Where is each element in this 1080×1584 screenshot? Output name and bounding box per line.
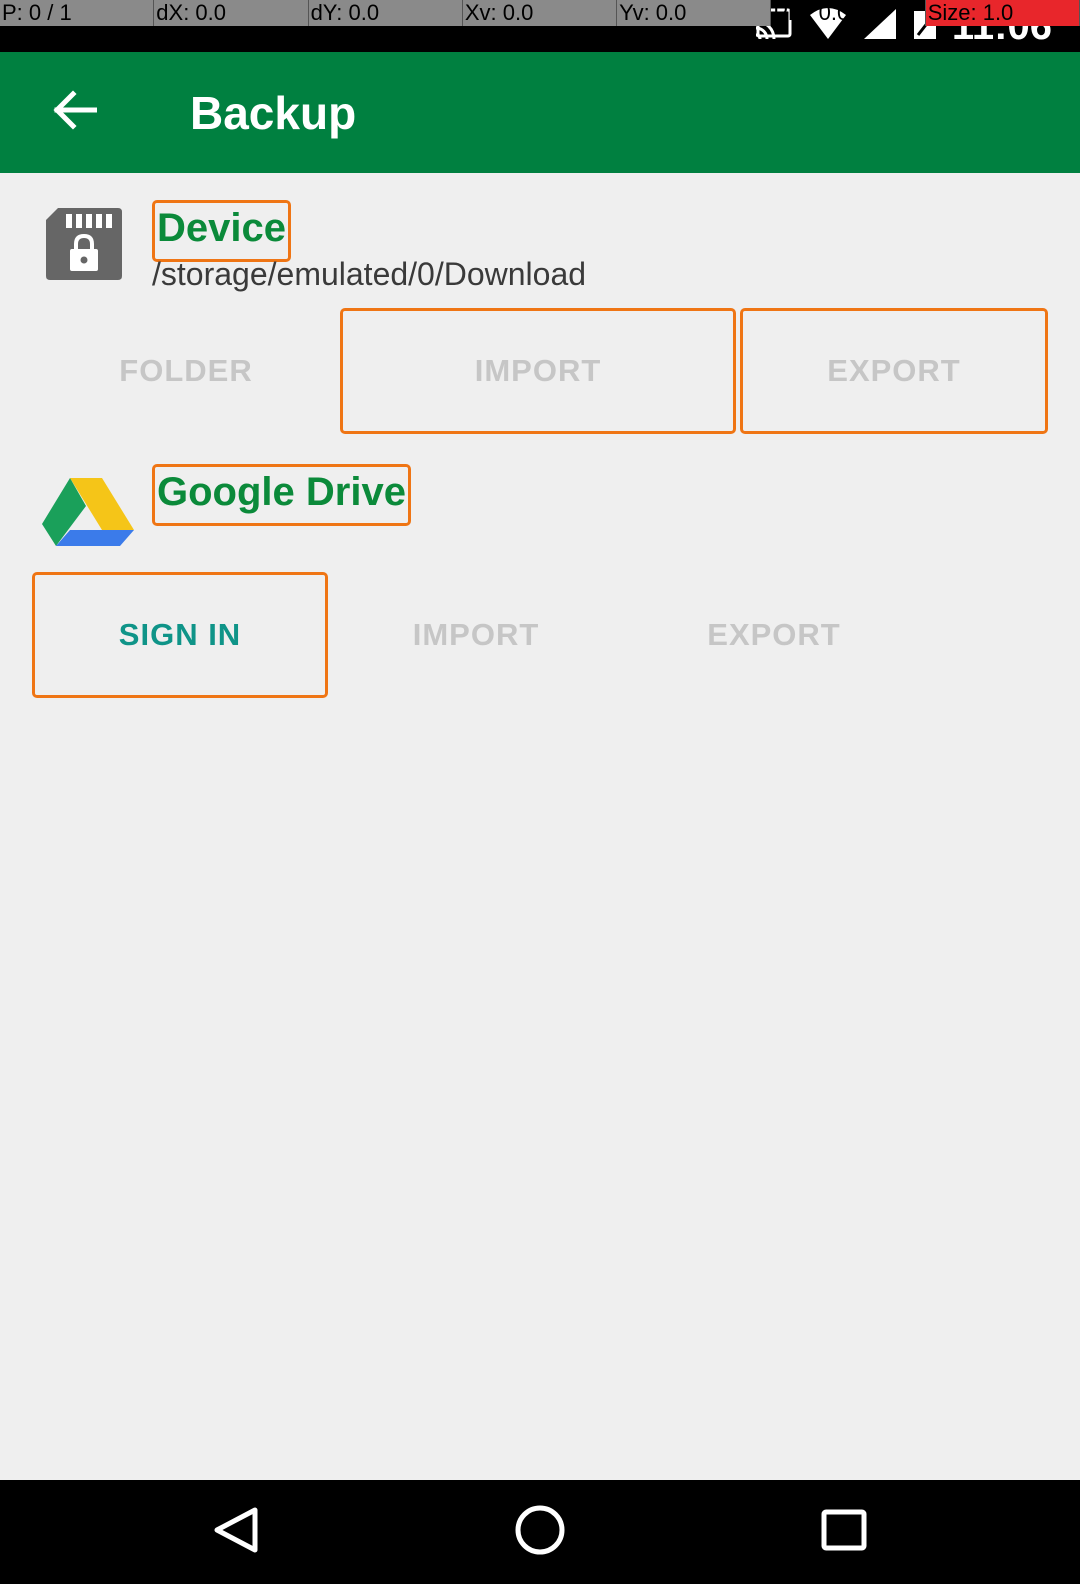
device-path: /storage/emulated/0/Download — [152, 256, 587, 292]
device-folder-button[interactable]: FOLDER — [36, 310, 336, 432]
nav-recents-button[interactable] — [804, 1502, 884, 1562]
pointer-location-overlay: P: 0 / 1 dX: 0.0 dY: 0.0 Xv: 0.0 Yv: 0.0… — [0, 0, 1080, 26]
overlay-size: Size: 1.0 — [925, 0, 1080, 26]
arrow-back-icon — [51, 89, 98, 135]
overlay-xv: Xv: 0.0 — [462, 0, 618, 26]
drive-export-button[interactable]: EXPORT — [630, 574, 918, 696]
device-import-button[interactable]: IMPORT — [340, 308, 736, 434]
nav-home-button[interactable] — [500, 1502, 580, 1562]
device-title: Device — [152, 200, 291, 262]
navigation-bar — [0, 1480, 1080, 1584]
recents-icon — [821, 1509, 867, 1556]
status-bar: 11:06 P: 0 / 1 dX: 0.0 dY: 0.0 Xv: 0.0 Y… — [0, 0, 1080, 52]
drive-sign-in-button[interactable]: SIGN IN — [32, 572, 328, 698]
device-export-button[interactable]: EXPORT — [740, 308, 1048, 434]
sd-card-lock-icon — [44, 206, 124, 287]
nav-back-button[interactable] — [196, 1502, 276, 1562]
overlay-yv: Yv: 0.0 — [617, 0, 772, 26]
google-drive-icon — [40, 476, 136, 551]
home-icon — [514, 1504, 566, 1561]
app-bar: Backup — [0, 52, 1080, 173]
overlay-pointer-count: P: 0 / 1 — [0, 0, 155, 26]
drive-import-button[interactable]: IMPORT — [332, 574, 620, 696]
back-icon — [211, 1506, 261, 1559]
overlay-dy: dY: 0.0 — [308, 0, 463, 26]
overlay-dx: dX: 0.0 — [154, 0, 309, 26]
back-button[interactable] — [44, 82, 104, 142]
google-drive-title: Google Drive — [152, 464, 411, 526]
overlay-pressure: Prs: 0.0 — [771, 0, 926, 26]
page-title: Backup — [190, 87, 357, 139]
